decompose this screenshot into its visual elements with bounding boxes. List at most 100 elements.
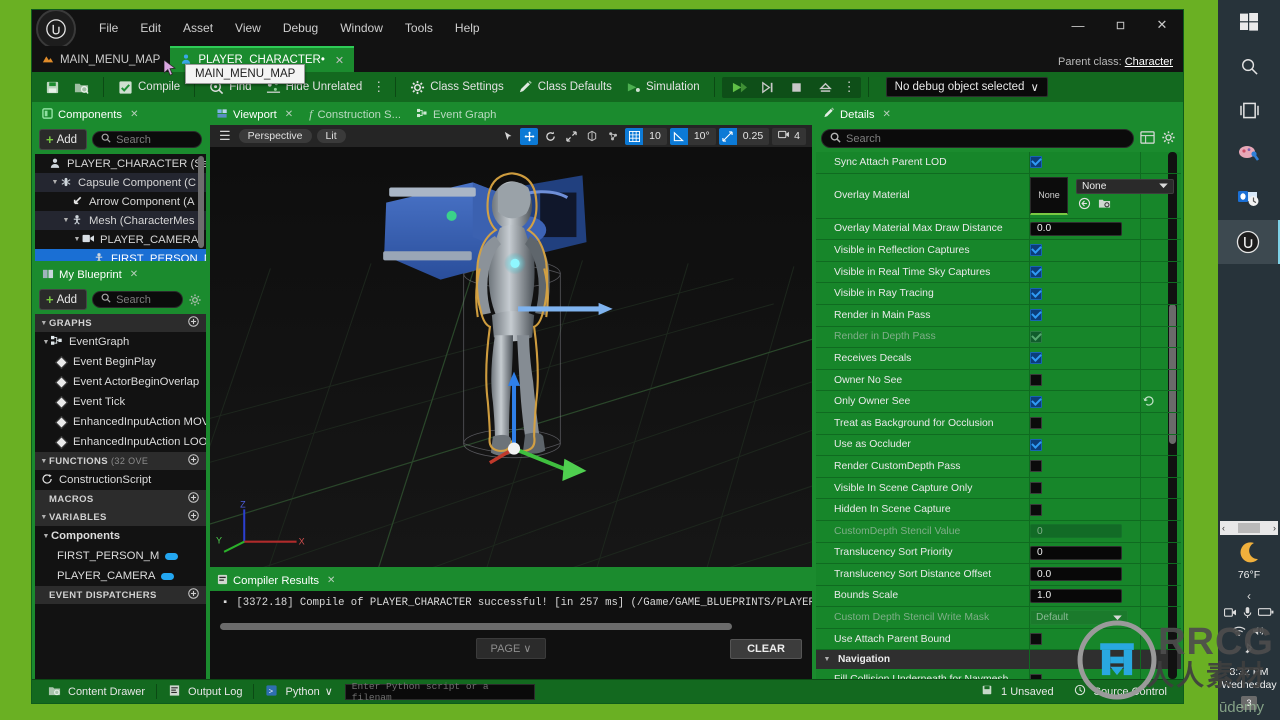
source-control-button[interactable]: Source Control (1066, 682, 1175, 701)
variable-type-pill[interactable] (165, 552, 179, 560)
property-dropdown[interactable]: Default (1030, 610, 1128, 626)
clear-button[interactable]: CLEAR (730, 638, 802, 659)
menu-help[interactable]: Help (444, 17, 491, 39)
myblueprint-section-header[interactable]: ▼ GRAPHS (35, 314, 206, 332)
paint-icon[interactable] (1226, 132, 1272, 176)
property-number-input[interactable]: 0 (1030, 545, 1122, 560)
camera-speed-control[interactable]: 4 (772, 127, 806, 145)
add-icon[interactable] (188, 316, 199, 330)
reset-to-default-icon[interactable] (1142, 394, 1155, 410)
weather-widget[interactable]: 76°F (1236, 541, 1262, 581)
tray-expand-row[interactable]: ‹ (1247, 589, 1251, 603)
menu-asset[interactable]: Asset (172, 17, 224, 39)
property-checkbox[interactable] (1030, 438, 1042, 451)
scale-tool-icon[interactable] (562, 128, 580, 145)
move-tool-icon[interactable] (520, 127, 539, 145)
property-checkbox[interactable] (1030, 395, 1042, 408)
output-log-button[interactable]: Output Log (160, 682, 250, 701)
parent-class-value[interactable]: Character (1125, 56, 1173, 68)
details-property-row[interactable]: Use Attach Parent Bound (816, 629, 1181, 651)
add-icon[interactable] (188, 492, 199, 506)
details-property-row[interactable]: Use as Occluder (816, 435, 1181, 457)
minimize-button[interactable]: — (1057, 10, 1099, 40)
gear-icon[interactable] (1161, 130, 1176, 148)
menu-tools[interactable]: Tools (394, 17, 444, 39)
columns-icon[interactable] (1140, 130, 1155, 148)
menu-file[interactable]: File (88, 17, 129, 39)
step-button[interactable] (753, 78, 782, 97)
material-thumbnail[interactable]: None (1030, 176, 1068, 215)
property-checkbox[interactable] (1030, 330, 1042, 343)
class-settings-button[interactable]: Class Settings (403, 78, 511, 97)
compile-button[interactable]: Compile (111, 78, 187, 97)
expander-icon[interactable]: ▼ (39, 514, 49, 521)
menu-view[interactable]: View (224, 17, 272, 39)
close-button[interactable]: ✕ (1141, 10, 1183, 40)
myblueprint-item[interactable]: ▼ EventGraph (35, 332, 206, 352)
components-tree[interactable]: PLAYER_CHARACTER (Se ▼ Capsule Component (… (35, 154, 206, 261)
details-category-header[interactable]: ▼ Navigation (816, 650, 1181, 670)
rotate-tool-icon[interactable] (541, 128, 559, 145)
tab-details[interactable]: Details ✕ (816, 104, 900, 125)
tab-viewport[interactable]: Viewport ✕ (210, 104, 303, 125)
expander-icon[interactable]: ▼ (50, 179, 60, 186)
myblueprint-section-header[interactable]: ▼ VARIABLES (35, 508, 206, 526)
camera-mode-selector[interactable]: Perspective (238, 129, 312, 143)
python-selector[interactable]: > Python ∨ (257, 682, 340, 701)
volume-icon[interactable] (1252, 625, 1266, 640)
python-command-input[interactable]: Enter Python script or a filenam (344, 681, 535, 703)
bluetooth-icon[interactable] (1244, 642, 1255, 660)
play-button[interactable] (724, 78, 753, 97)
myblueprint-item[interactable]: EnhancedInputAction LOO (35, 432, 206, 452)
notification-badge[interactable]: 3 (1241, 696, 1257, 710)
windows-start-icon[interactable] (1226, 0, 1272, 44)
browse-content-button[interactable] (67, 78, 96, 97)
myblueprint-search-input[interactable]: Search (92, 291, 183, 308)
tray-scroll-control[interactable]: ‹ › (1220, 520, 1278, 535)
details-property-row[interactable]: Receives Decals (816, 348, 1181, 370)
close-icon[interactable]: ✕ (327, 575, 335, 586)
myblueprint-item[interactable]: ConstructionScript (35, 470, 206, 490)
viewport-panel[interactable]: ☰ Perspective Lit 10 10° 0.25 4 Z X Y (210, 125, 812, 567)
details-property-row[interactable]: Render in Depth Pass (816, 327, 1181, 349)
expander-icon[interactable]: ▼ (822, 656, 832, 663)
variable-type-pill[interactable] (161, 572, 175, 580)
property-number-input[interactable]: 0.0 (1030, 221, 1122, 236)
surface-snap-icon[interactable] (604, 128, 622, 145)
details-property-row[interactable]: Render in Main Pass (816, 305, 1181, 327)
myblueprint-add-button[interactable]: + Add (39, 289, 88, 310)
content-drawer-button[interactable]: Content Drawer (40, 682, 153, 701)
myblueprint-item[interactable]: Event BeginPlay (35, 352, 206, 372)
components-search-input[interactable]: Search (92, 131, 202, 148)
details-property-row[interactable]: Translucency Sort Distance Offset 0.0 (816, 564, 1181, 586)
myblueprint-item[interactable]: ▼ Components (35, 526, 206, 546)
outlook-icon[interactable] (1226, 176, 1272, 220)
close-icon[interactable]: ✕ (335, 54, 344, 67)
tab-my-blueprint[interactable]: My Blueprint ✕ (35, 264, 148, 285)
component-tree-item[interactable]: Arrow Component (A (35, 192, 206, 211)
close-icon[interactable]: ✕ (285, 109, 293, 120)
compiler-horizontal-scrollbar[interactable] (220, 623, 732, 630)
property-number-input[interactable]: 0.0 (1030, 567, 1122, 582)
details-property-row[interactable]: Sync Attach Parent LOD (816, 152, 1181, 174)
property-checkbox[interactable] (1030, 460, 1042, 473)
unsaved-indicator[interactable]: 1 Unsaved (973, 682, 1062, 701)
details-property-row[interactable]: Translucency Sort Priority 0 (816, 543, 1181, 565)
myblueprint-item[interactable]: PLAYER_CAMERA (35, 566, 206, 586)
property-checkbox[interactable] (1030, 374, 1042, 387)
property-checkbox[interactable] (1030, 244, 1042, 257)
details-property-row[interactable]: Visible in Real Time Sky Captures (816, 262, 1181, 284)
view-mode-selector[interactable]: Lit (316, 129, 346, 143)
scroll-thumb[interactable] (1238, 522, 1260, 533)
property-checkbox[interactable] (1030, 417, 1042, 430)
property-checkbox[interactable] (1030, 352, 1042, 365)
details-property-row[interactable]: Fill Collision Underneath for Navmesh (816, 669, 1181, 679)
tab-construction-script[interactable]: f Construction S... (302, 104, 410, 125)
details-property-row[interactable]: Custom Depth Stencil Write Mask Default (816, 607, 1181, 629)
add-icon[interactable] (188, 510, 199, 524)
search-icon[interactable] (1226, 44, 1272, 88)
task-view-icon[interactable] (1226, 88, 1272, 132)
debug-object-selector[interactable]: No debug object selected ∨ (885, 77, 1048, 97)
components-tree-scrollbar[interactable] (198, 156, 204, 248)
details-property-row[interactable]: Only Owner See (816, 391, 1181, 413)
